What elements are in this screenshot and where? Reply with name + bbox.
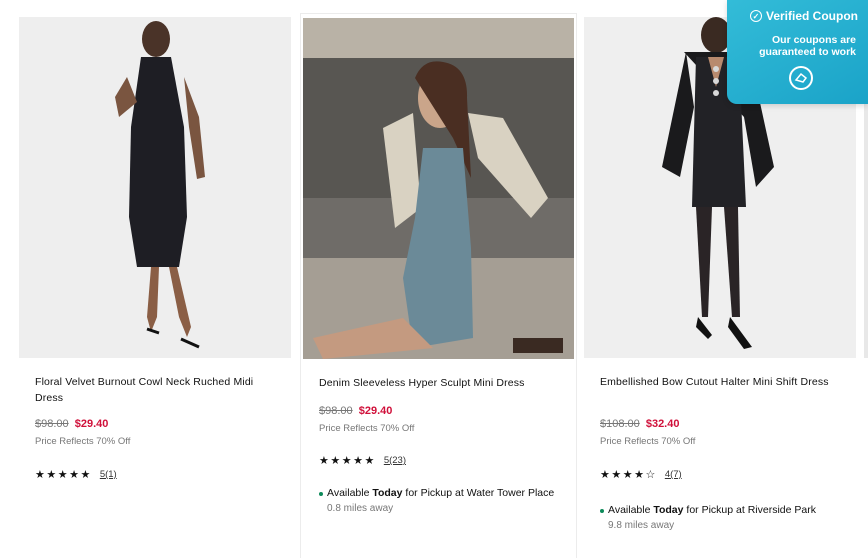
check-circle-icon: ✓ xyxy=(749,10,762,22)
review-count-link[interactable]: 5(1) xyxy=(100,469,117,480)
store-distance: 9.8 miles away xyxy=(608,520,675,531)
review-count-link[interactable]: 5(23) xyxy=(384,455,406,466)
availability-dot-icon xyxy=(319,492,323,496)
product-title[interactable]: Floral Velvet Burnout Cowl Neck Ruched M… xyxy=(35,374,291,408)
sale-price: $32.40 xyxy=(645,418,680,430)
pickup-availability: Available Today for Pickup at Water Towe… xyxy=(319,485,576,502)
star-rating-icon: ★★★★★ xyxy=(35,469,92,481)
product-card[interactable]: Denim Sleeveless Hyper Sculpt Mini Dress… xyxy=(300,13,577,558)
availability-today: Today xyxy=(372,487,403,499)
price-note: Price Reflects 70% Off xyxy=(35,436,131,447)
original-price: $108.00 xyxy=(600,418,640,430)
rating-row[interactable]: ★★★★☆ 4(7) xyxy=(600,468,856,481)
availability-dot-icon xyxy=(600,509,604,513)
product-image[interactable] xyxy=(19,17,291,358)
original-price: $98.00 xyxy=(319,405,353,417)
coupon-logo-icon[interactable] xyxy=(789,66,813,90)
product-card[interactable]: Floral Velvet Burnout Cowl Neck Ruched M… xyxy=(19,17,291,481)
star-rating-icon: ★★★★★ xyxy=(319,455,376,467)
coupon-title: Verified Coupon xyxy=(765,9,858,23)
coupon-subtitle: Our coupons are guaranteed to work xyxy=(759,34,856,58)
coupon-title-row: ✓ Verified Coupon xyxy=(749,9,858,23)
verified-coupon-badge[interactable]: ✓ Verified Coupon Our coupons are guaran… xyxy=(727,0,868,104)
original-price: $98.00 xyxy=(35,418,69,430)
availability-prefix: Available xyxy=(327,487,373,499)
product-image[interactable] xyxy=(303,18,574,359)
availability-location: for Pickup at Riverside Park xyxy=(683,504,816,516)
review-count-link[interactable]: 4(7) xyxy=(665,469,682,480)
availability-today: Today xyxy=(653,504,684,516)
star-rating-icon: ★★★★☆ xyxy=(600,469,657,481)
price-row: $98.00 $29.40 xyxy=(35,418,291,430)
rating-row[interactable]: ★★★★★ 5(1) xyxy=(35,468,291,481)
product-title[interactable]: Denim Sleeveless Hyper Sculpt Mini Dress xyxy=(319,375,576,393)
rating-row[interactable]: ★★★★★ 5(23) xyxy=(319,454,576,467)
store-distance: 0.8 miles away xyxy=(327,503,394,514)
price-row: $98.00 $29.40 xyxy=(319,405,576,417)
pickup-availability: Available Today for Pickup at Riverside … xyxy=(600,502,856,519)
sale-price: $29.40 xyxy=(358,405,393,417)
availability-location: for Pickup at Water Tower Place xyxy=(402,487,555,499)
price-row: $108.00 $32.40 xyxy=(600,418,856,430)
availability-prefix: Available xyxy=(608,504,654,516)
sale-price: $29.40 xyxy=(74,418,109,430)
price-note: Price Reflects 70% Off xyxy=(319,423,415,434)
product-title[interactable]: Embellished Bow Cutout Halter Mini Shift… xyxy=(600,374,856,408)
price-note: Price Reflects 70% Off xyxy=(600,436,696,447)
